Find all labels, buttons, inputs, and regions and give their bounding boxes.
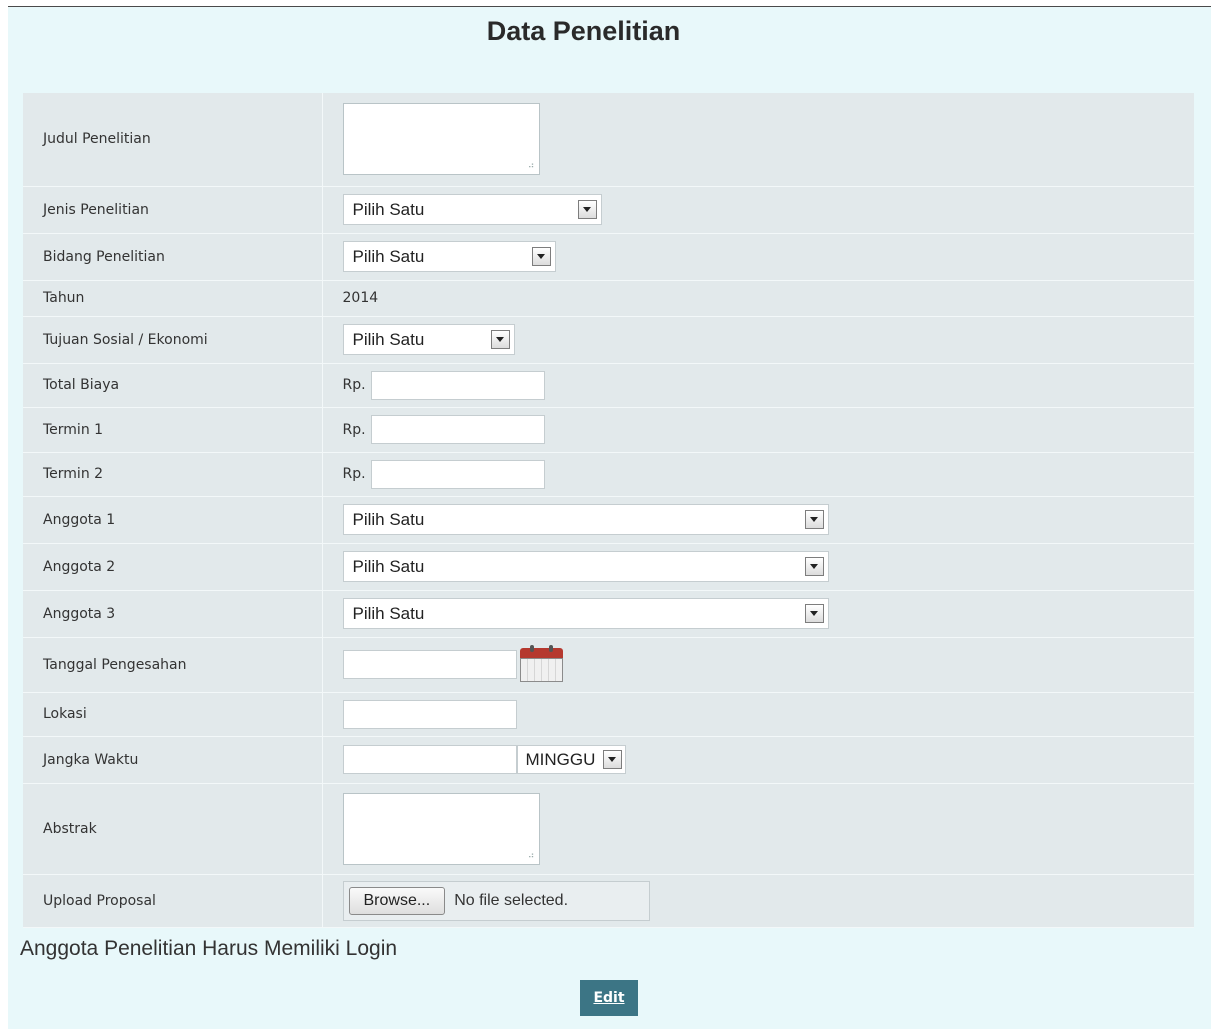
row-tanggal: Tanggal Pengesahan [23,637,1194,693]
row-anggota3: Anggota 3 Pilih Satu [23,590,1194,638]
row-jenis: Jenis Penelitian Pilih Satu [23,186,1194,234]
chevron-down-icon[interactable] [804,557,824,576]
row-anggota1: Anggota 1 Pilih Satu [23,496,1194,544]
anggota1-selected-value: Pilih Satu [352,509,425,529]
browse-button[interactable]: Browse... [348,886,446,915]
label-anggota3: Anggota 3 [23,590,323,638]
row-anggota2: Anggota 2 Pilih Satu [23,543,1194,591]
anggota2-selected-value: Pilih Satu [352,556,425,576]
jenis-selected-value: Pilih Satu [352,199,425,219]
chevron-down-icon[interactable] [602,750,622,769]
form-page: Data Penelitian Judul Penelitian ⠴ Jenis… [8,6,1211,1029]
label-termin2: Termin 2 [23,452,323,497]
row-tujuan: Tujuan Sosial / Ekonomi Pilih Satu [23,316,1194,364]
jangka-unit-select[interactable]: MINGGU [516,745,626,774]
termin2-input[interactable] [370,459,545,489]
row-bidang: Bidang Penelitian Pilih Satu [23,233,1194,281]
currency-prefix: Rp. [342,377,366,393]
tahun-value: 2014 [322,280,1194,317]
label-total-biaya: Total Biaya [23,363,323,408]
jangka-unit-value: MINGGU [525,749,596,769]
jangka-input[interactable] [342,745,517,774]
file-upload-field[interactable]: Browse... No file selected. [342,880,650,921]
row-termin2: Termin 2 Rp. [23,452,1194,497]
label-upload: Upload Proposal [23,874,323,928]
anggota1-select[interactable]: Pilih Satu [342,504,829,535]
tujuan-select[interactable]: Pilih Satu [342,324,515,355]
chevron-down-icon[interactable] [804,604,824,623]
label-abstrak: Abstrak [23,783,323,875]
bidang-select[interactable]: Pilih Satu [342,241,556,272]
anggota3-selected-value: Pilih Satu [352,603,425,623]
currency-prefix: Rp. [342,421,366,438]
chevron-down-icon[interactable] [531,247,551,266]
file-status-text: No file selected. [454,891,569,909]
row-tahun: Tahun 2014 [23,280,1194,317]
label-anggota2: Anggota 2 [23,543,323,591]
total-biaya-input[interactable] [370,370,545,400]
tanggal-input[interactable] [342,650,517,679]
label-jangka: Jangka Waktu [23,736,323,784]
label-tujuan: Tujuan Sosial / Ekonomi [23,316,323,364]
label-judul: Judul Penelitian [23,93,323,187]
anggota3-select[interactable]: Pilih Satu [342,598,829,629]
page-title: Data Penelitian [486,16,681,46]
label-termin1: Termin 1 [23,407,323,453]
row-upload: Upload Proposal Browse... No file select… [23,874,1194,928]
resize-grip-icon[interactable]: ⠴ [528,851,535,861]
chevron-down-icon[interactable] [804,510,824,529]
label-bidang: Bidang Penelitian [23,233,323,281]
calendar-icon[interactable] [519,644,563,682]
row-abstrak: Abstrak ⠴ [23,783,1194,875]
abstrak-textarea[interactable]: ⠴ [342,792,540,865]
row-judul: Judul Penelitian ⠴ [23,93,1194,187]
currency-prefix: Rp. [342,466,366,482]
chevron-down-icon[interactable] [490,330,510,349]
label-tahun: Tahun [23,280,323,317]
row-termin1: Termin 1 Rp. [23,407,1194,453]
row-jangka: Jangka Waktu MINGGU [23,736,1194,784]
row-total-biaya: Total Biaya Rp. [23,363,1194,408]
row-lokasi: Lokasi [23,692,1194,737]
chevron-down-icon[interactable] [577,200,597,219]
bidang-selected-value: Pilih Satu [352,246,425,266]
research-form: Judul Penelitian ⠴ Jenis Penelitian Pili… [23,93,1194,928]
edit-button[interactable]: Edit [580,980,638,1016]
termin1-input[interactable] [370,415,545,444]
anggota2-select[interactable]: Pilih Satu [342,551,829,582]
login-note: Anggota Penelitian Harus Memiliki Login [20,937,398,960]
tujuan-selected-value: Pilih Satu [352,329,425,349]
judul-textarea[interactable]: ⠴ [342,103,540,176]
label-tanggal: Tanggal Pengesahan [23,637,323,693]
label-lokasi: Lokasi [23,692,323,737]
label-anggota1: Anggota 1 [23,496,323,544]
resize-grip-icon[interactable]: ⠴ [528,162,535,171]
jenis-select[interactable]: Pilih Satu [342,194,602,225]
lokasi-input[interactable] [342,699,517,729]
label-jenis: Jenis Penelitian [23,186,323,234]
